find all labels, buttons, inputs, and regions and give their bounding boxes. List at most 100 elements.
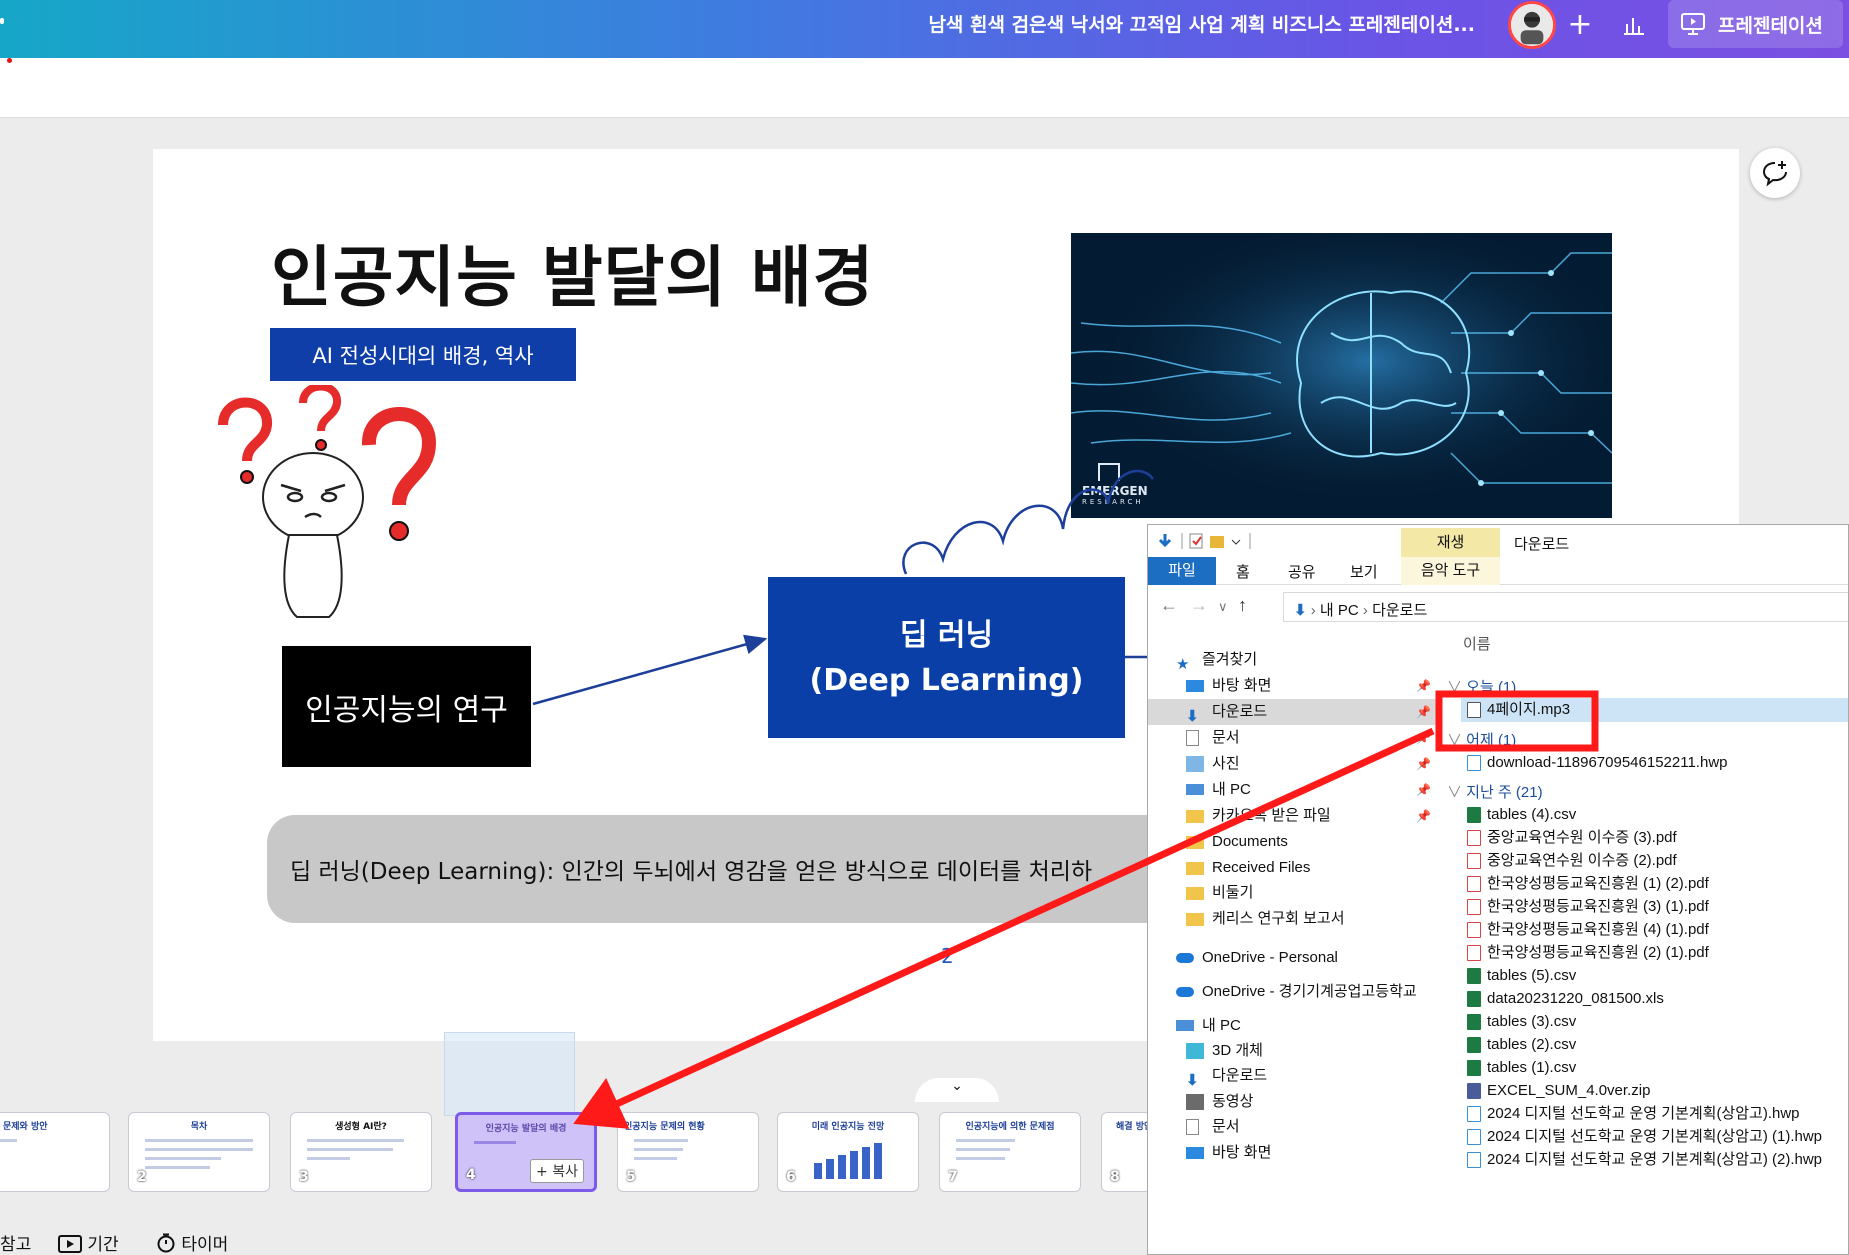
duration-button[interactable]: 기간 <box>58 1230 119 1255</box>
confused-character-illustration[interactable] <box>209 385 479 625</box>
avatar[interactable] <box>1508 1 1556 49</box>
file-item[interactable]: 4페이지.mp3 <box>1461 698 1848 722</box>
file-item[interactable]: data20231220_081500.xls <box>1461 987 1848 1011</box>
page-thumbnail-5[interactable]: 인공지능 문제의 현황 5 <box>617 1112 759 1192</box>
mini-bar-chart <box>814 1143 882 1179</box>
file-item[interactable]: tables (4).csv <box>1461 803 1848 827</box>
document-icon <box>1186 730 1199 746</box>
document-title[interactable]: 남색 흰색 검은색 낙서와 끄적임 사업 계획 비즈니스 프레젠테이션... <box>928 10 1475 37</box>
download-arrow-icon: ⬇ <box>1186 1072 1199 1089</box>
nav-onedrive-personal[interactable]: OneDrive - Personal <box>1148 945 1437 971</box>
ribbon-tab-file[interactable]: 파일 <box>1148 557 1216 585</box>
forward-arrow-icon[interactable]: → <box>1190 595 1208 616</box>
nav-this-pc-pinned[interactable]: 내 PC 📌 <box>1148 777 1437 803</box>
slide-title[interactable]: 인공지능 발달의 배경 <box>271 224 874 320</box>
nav-received-files-folder[interactable]: Received Files <box>1148 855 1437 881</box>
present-button[interactable]: 프레젠테이션 <box>1668 0 1843 48</box>
slide-subtitle[interactable]: AI 전성시대의 배경, 역사 <box>270 328 576 381</box>
quick-access-icons[interactable] <box>1156 532 1276 550</box>
stopwatch-icon <box>157 1233 175 1253</box>
window-title: 다운로드 <box>1514 536 1570 553</box>
file-item[interactable]: 한국양성평등교육진흥원 (2) (1).pdf <box>1461 941 1848 965</box>
comment-plus-icon <box>1762 161 1787 187</box>
timer-label: 타이머 <box>181 1235 229 1255</box>
nav-pc-desktop[interactable]: 바탕 화면 <box>1148 1140 1437 1166</box>
file-item[interactable]: 2024 디지털 선도학교 운영 기본계획(상암고) (2).hwp <box>1461 1148 1848 1172</box>
file-item[interactable]: EXCEL_SUM_4.0ver.zip <box>1461 1079 1848 1103</box>
nav-this-pc[interactable]: 내 PC <box>1148 1013 1437 1039</box>
file-item[interactable]: 2024 디지털 선도학교 운영 기본계획(상암고).hwp <box>1461 1102 1848 1126</box>
page-thumbnail-6[interactable]: 미래 인공지능 전망 6 <box>777 1112 919 1192</box>
add-comment-button[interactable] <box>1750 148 1800 198</box>
nav-onedrive-school[interactable]: OneDrive - 경기기계공업고등학교 <box>1148 979 1437 1005</box>
pdf-file-icon <box>1467 876 1481 892</box>
desktop-icon <box>1186 1147 1204 1159</box>
nav-pictures[interactable]: 사진 📌 <box>1148 751 1437 777</box>
nav-keris-folder[interactable]: 케리스 연구회 보고서 <box>1148 906 1437 932</box>
notes-button[interactable]: 참고 <box>0 1230 31 1255</box>
brain-circuit-image[interactable]: EMERGEN RESEARCH <box>1071 233 1612 518</box>
ribbon-tab-share[interactable]: 공유 <box>1288 561 1316 582</box>
timer-button[interactable]: 타이머 <box>156 1230 228 1255</box>
file-item[interactable]: 중앙교육연수원 이수증 (3).pdf <box>1461 826 1848 850</box>
recent-locations-icon[interactable]: ∨ <box>1218 599 1228 615</box>
cloud-icon <box>1176 987 1194 997</box>
nav-pigeon-folder[interactable]: 비둘기 <box>1148 880 1437 906</box>
group-yesterday[interactable]: 어제 (1) <box>1447 729 1516 750</box>
nav-3d-objects[interactable]: 3D 개체 <box>1148 1038 1437 1064</box>
back-arrow-icon[interactable]: ← <box>1160 595 1178 616</box>
file-item[interactable]: tables (1).csv <box>1461 1056 1848 1080</box>
column-header-name[interactable]: 이름 <box>1463 633 1491 654</box>
group-last-week[interactable]: 지난 주 (21) <box>1447 781 1542 802</box>
path-segment-downloads[interactable]: 다운로드 <box>1372 602 1427 619</box>
file-item[interactable]: 한국양성평등교육진흥원 (3) (1).pdf <box>1461 895 1848 919</box>
ai-research-box[interactable]: 인공지능의 연구 <box>282 646 531 767</box>
page-thumbnail-7[interactable]: 인공지능에 의한 문제점 7 <box>939 1112 1081 1192</box>
nav-pc-documents[interactable]: 문서 <box>1148 1114 1437 1140</box>
path-field[interactable]: ⬇ › 내 PC › 다운로드 <box>1283 592 1848 622</box>
play-box-icon <box>58 1235 82 1253</box>
pin-icon: 📌 <box>1416 757 1431 771</box>
group-today[interactable]: 오늘 (1) <box>1447 676 1516 697</box>
editor-toolbar <box>0 58 1849 118</box>
ribbon-tab-music-tools[interactable]: 음악 도구 <box>1401 557 1500 585</box>
file-item[interactable]: 2024 디지털 선도학교 운영 기본계획(상암고) (1).hwp <box>1461 1125 1848 1149</box>
file-item[interactable]: download-11896709546152211.hwp <box>1461 751 1848 775</box>
quick-access-toolbar: 재생 다운로드 <box>1148 525 1848 558</box>
page-thumbnail-3[interactable]: 생성형 AI란? 3 <box>290 1112 432 1192</box>
page-thumbnail-4[interactable]: 인공지능 발달의 배경 + 복사 4 <box>455 1112 597 1192</box>
copy-badge: + 복사 <box>530 1159 584 1183</box>
collapse-thumbnails-button[interactable]: ⌄ <box>915 1078 999 1102</box>
insights-button[interactable] <box>1612 4 1656 48</box>
nav-downloads[interactable]: ⬇ 다운로드 📌 <box>1148 699 1437 725</box>
nav-videos[interactable]: 동영상 <box>1148 1089 1437 1115</box>
deep-learning-box[interactable]: 딥 러닝 (Deep Learning) <box>768 577 1125 738</box>
up-arrow-icon[interactable]: ↑ <box>1238 595 1247 616</box>
nav-desktop[interactable]: 바탕 화면 📌 <box>1148 673 1437 699</box>
menu-dot[interactable] <box>0 18 4 24</box>
path-segment-pc[interactable]: 내 PC <box>1320 602 1359 619</box>
file-item[interactable]: 한국양성평등교육진흥원 (1) (2).pdf <box>1461 872 1848 896</box>
nav-kakaotalk-folder[interactable]: 카카오톡 받은 파일 📌 <box>1148 803 1437 829</box>
download-arrow-icon: ⬇ <box>1186 708 1199 725</box>
ribbon-tab-view[interactable]: 보기 <box>1350 561 1378 582</box>
add-collaborator-button[interactable]: + <box>1558 4 1602 48</box>
desktop-icon <box>1186 680 1204 692</box>
file-item[interactable]: tables (5).csv <box>1461 964 1848 988</box>
file-explorer-window[interactable]: 재생 다운로드 파일 홈 공유 보기 음악 도구 ← → ∨ ↑ ⬇ › 내 P… <box>1147 524 1849 1255</box>
file-item[interactable]: tables (3).csv <box>1461 1010 1848 1034</box>
file-item[interactable]: 중앙교육연수원 이수증 (2).pdf <box>1461 849 1848 873</box>
file-item[interactable]: 한국양성평등교육진흥원 (4) (1).pdf <box>1461 918 1848 942</box>
file-item[interactable]: tables (2).csv <box>1461 1033 1848 1057</box>
page-thumbnail-1[interactable]: 문제와 방안 <box>0 1112 110 1192</box>
page-thumbnail-2[interactable]: 목차 2 <box>128 1112 270 1192</box>
ribbon-tabs: 파일 홈 공유 보기 음악 도구 <box>1148 557 1848 585</box>
nav-quick-access[interactable]: ★ 즐겨찾기 <box>1148 647 1437 673</box>
nav-documents[interactable]: 문서 📌 <box>1148 725 1437 751</box>
nav-pc-downloads[interactable]: ⬇ 다운로드 <box>1148 1063 1437 1089</box>
nav-documents-folder[interactable]: Documents <box>1148 829 1437 855</box>
zip-file-icon <box>1467 1083 1481 1099</box>
ribbon-tab-home[interactable]: 홈 <box>1236 561 1250 582</box>
ribbon-tab-play[interactable]: 재생 <box>1401 528 1500 558</box>
pdf-file-icon <box>1467 899 1481 915</box>
